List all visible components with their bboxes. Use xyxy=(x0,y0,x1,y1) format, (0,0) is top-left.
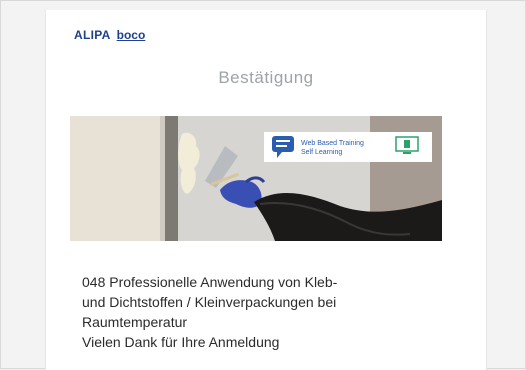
wbt-badge: Web Based Training Self Learning xyxy=(264,132,432,162)
course-name-line-3: Raumtemperatur xyxy=(82,314,188,330)
hero-photo: Web Based Training Self Learning xyxy=(70,116,442,241)
course-name-line-2: und Dichtstoffen / Kleinverpackungen bei xyxy=(82,294,337,310)
chat-icon xyxy=(272,136,294,152)
hero-image: Web Based Training Self Learning xyxy=(70,116,442,241)
wall-edge xyxy=(165,116,179,241)
brand-logos: ALIPA boco xyxy=(74,25,145,45)
screen-stand xyxy=(403,152,411,154)
thanks-message: Vielen Dank für Ihre Anmeldung xyxy=(82,334,280,350)
chat-line-1 xyxy=(276,140,290,142)
left-wall-light xyxy=(70,116,160,241)
email-card: ALIPA boco Bestätigung Web Based Trainin… xyxy=(45,10,487,370)
alipa-logo: ALIPA xyxy=(74,28,111,42)
boco-logo: boco xyxy=(116,28,146,42)
page-title: Bestätigung xyxy=(218,68,314,87)
email-window: ALIPA boco Bestätigung Web Based Trainin… xyxy=(0,0,526,370)
screen-content xyxy=(404,140,410,148)
badge-line-2: Self Learning xyxy=(301,149,342,156)
course-info: 048 Professionelle Anwendung von Kleb- u… xyxy=(82,272,462,352)
badge-line-1: Web Based Training xyxy=(301,140,364,147)
chat-line-2 xyxy=(276,145,287,147)
course-name-line-1: 048 Professionelle Anwendung von Kleb- xyxy=(82,274,338,290)
